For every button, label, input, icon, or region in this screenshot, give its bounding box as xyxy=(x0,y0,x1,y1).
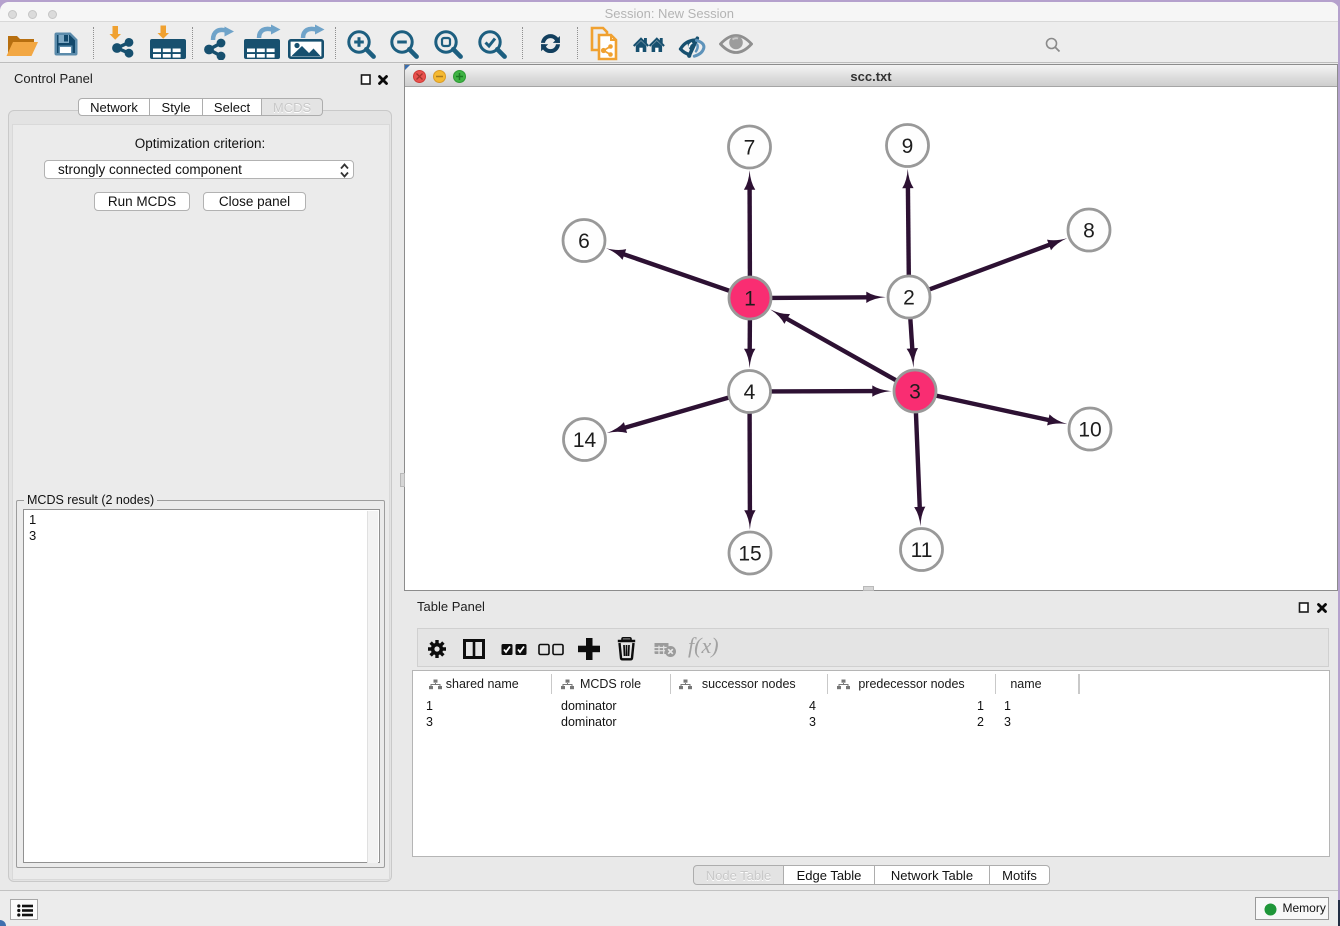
svg-text:3: 3 xyxy=(909,381,921,404)
svg-text:14: 14 xyxy=(573,429,597,452)
svg-text:10: 10 xyxy=(1078,419,1101,442)
svg-text:11: 11 xyxy=(911,539,933,562)
svg-text:15: 15 xyxy=(738,543,761,566)
svg-text:1: 1 xyxy=(744,288,756,311)
svg-text:4: 4 xyxy=(744,381,756,404)
svg-text:8: 8 xyxy=(1083,220,1095,243)
svg-text:2: 2 xyxy=(903,287,915,310)
svg-text:9: 9 xyxy=(902,135,914,158)
svg-text:6: 6 xyxy=(578,230,590,253)
svg-text:7: 7 xyxy=(744,137,756,160)
